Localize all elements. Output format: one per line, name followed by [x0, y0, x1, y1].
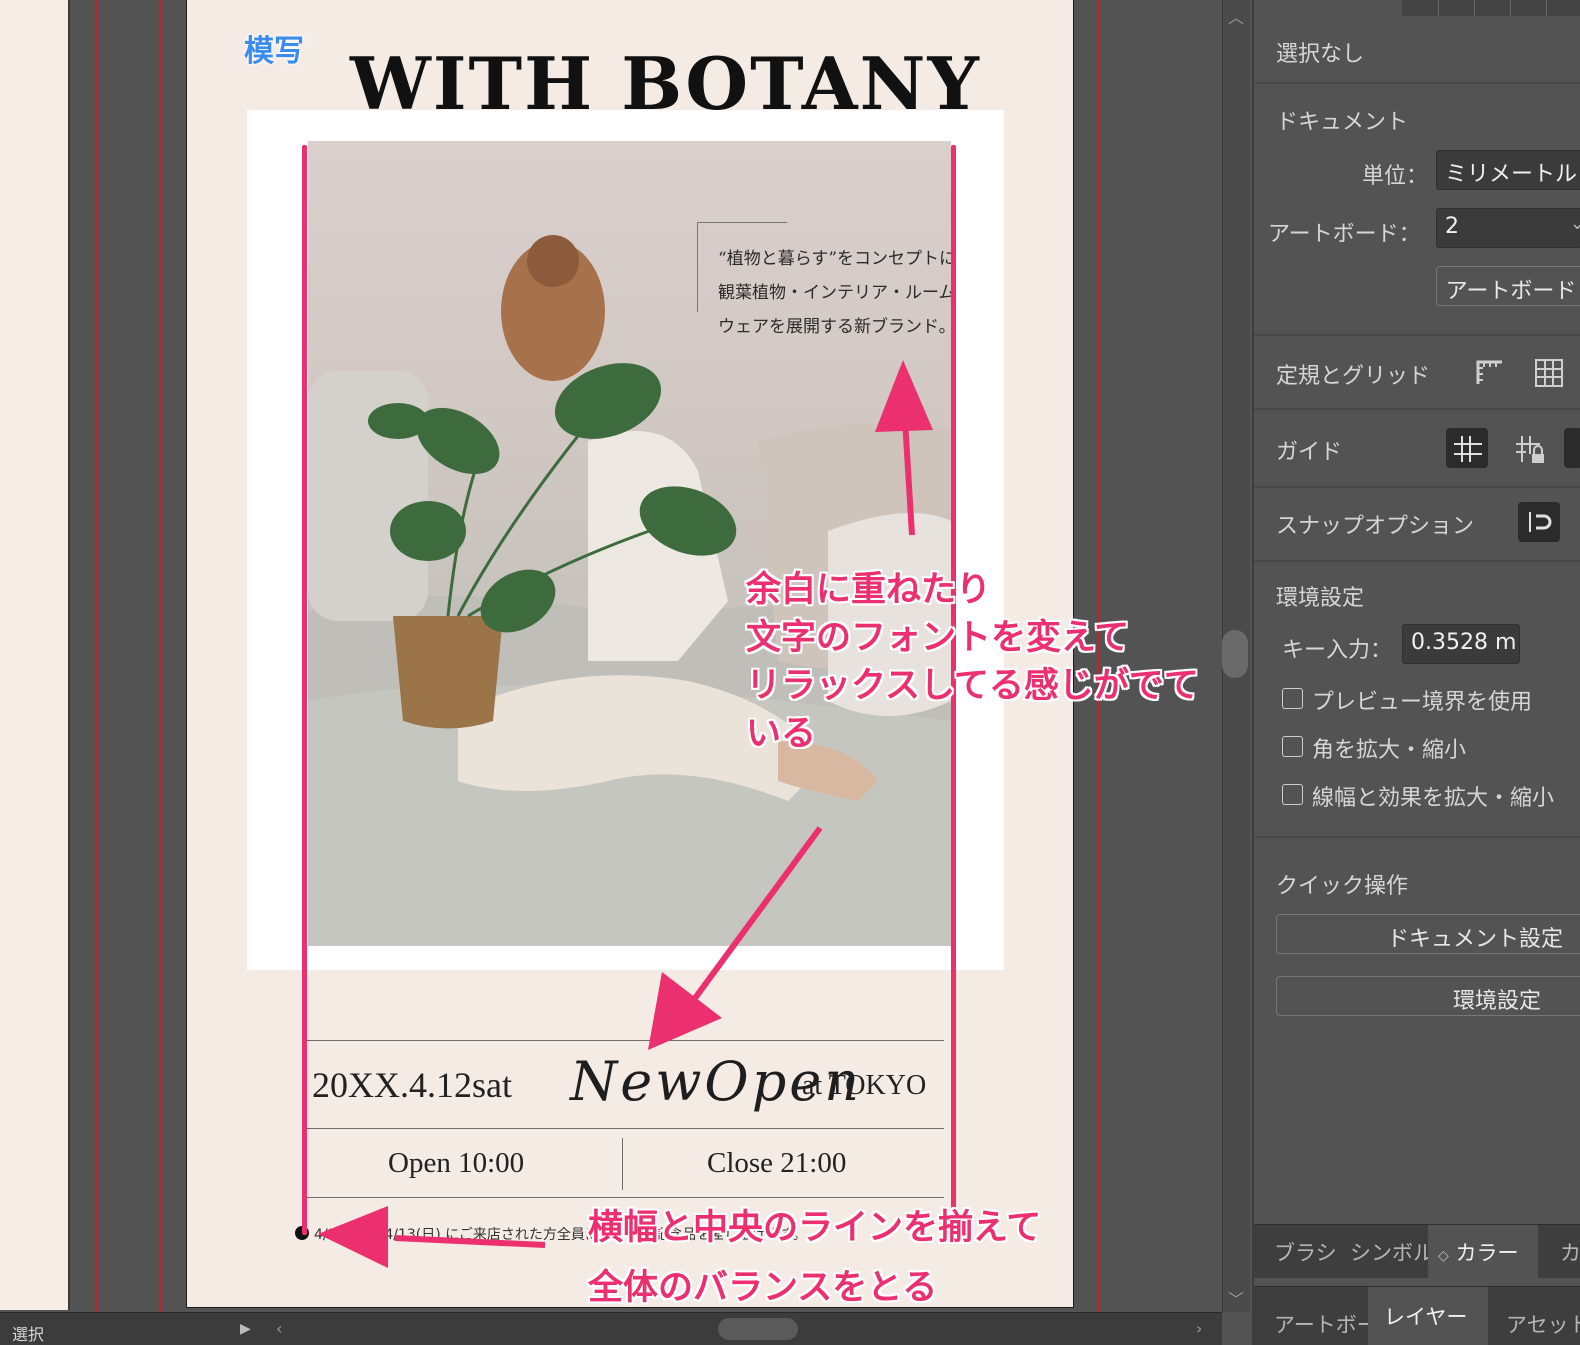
annotation-line: 横幅と中央のラインを揃えて	[588, 1208, 1042, 1248]
guides-heading: ガイド	[1276, 440, 1343, 465]
checkbox-scale-strokes[interactable]	[1282, 784, 1303, 805]
snap-icon[interactable]	[1518, 502, 1560, 542]
artboard-value: 2	[1445, 214, 1459, 239]
show-guides-icon[interactable]	[1446, 428, 1488, 468]
annotation-line: いる	[746, 714, 817, 754]
checkbox-preview-bounds[interactable]	[1282, 688, 1303, 709]
canvas-area[interactable]: 模写 WITH BOTANY “植物と暮らす”をコンセプトに 観葉植物・インテリ…	[0, 0, 1222, 1312]
key-input-label: キー入力：	[1282, 638, 1393, 663]
checkbox-label: 線幅と効果を拡大・縮小	[1312, 786, 1555, 811]
vertical-scroll-thumb[interactable]	[1222, 630, 1248, 678]
checkbox-label: プレビュー境界を使用	[1312, 690, 1533, 715]
quick-actions-heading: クイック操作	[1276, 874, 1409, 899]
preferences-heading: 環境設定	[1276, 586, 1365, 611]
annotation-line: リラックスしてる感じがでて	[746, 666, 1199, 706]
rulers-grids-heading: 定規とグリッド	[1276, 364, 1431, 389]
play-icon[interactable]: ▶	[240, 1321, 251, 1337]
tab-color[interactable]: ◇ カラー	[1428, 1225, 1538, 1279]
key-input-field[interactable]: 0.3528 m	[1402, 624, 1520, 664]
document-heading: ドキュメント	[1276, 110, 1409, 135]
scroll-left-icon[interactable]: ‹	[276, 1319, 282, 1338]
annotation-relax: 余白に重ねたり 文字のフォントを変えて リラックスしてる感じがでて いる	[746, 566, 1199, 758]
tab-color-label: カラー	[1455, 1241, 1519, 1265]
tab-symbols[interactable]: シンボル	[1350, 1225, 1434, 1279]
lock-guides-icon[interactable]	[1508, 428, 1550, 468]
artboard-select[interactable]: 2 ⌄	[1436, 208, 1580, 248]
preferences-button[interactable]: 環境設定	[1276, 976, 1580, 1016]
checkbox-label: 角を拡大・縮小	[1312, 738, 1467, 763]
annotation-line: 全体のバランスをとる	[588, 1268, 938, 1308]
panel-tabs-row2: アートボード レイヤー アセット	[1254, 1286, 1580, 1345]
artboard-edit-button[interactable]: アートボード	[1436, 266, 1580, 306]
unit-select[interactable]: ミリメートル	[1436, 150, 1580, 190]
annotation-balance: 横幅と中央のラインを揃えて 全体のバランスをとる	[588, 1198, 1041, 1312]
snap-options-heading: スナップオプション	[1276, 514, 1475, 539]
chevron-down-icon[interactable]: ⌄	[1570, 213, 1580, 234]
artboard-label: アートボード：	[1268, 222, 1421, 247]
tab-brushes[interactable]: ブラシ	[1274, 1225, 1337, 1279]
status-bar: 選択 ▶ ‹ ›	[0, 1312, 1222, 1345]
tab-more[interactable]: カ	[1560, 1225, 1580, 1279]
document-setup-button[interactable]: ドキュメント設定	[1276, 914, 1580, 954]
panel-tabs-row1: ブラシ シンボル ◇ カラー カ	[1254, 1224, 1580, 1279]
guide-option-icon[interactable]	[1564, 428, 1580, 468]
tab-layers[interactable]: レイヤー	[1368, 1287, 1488, 1345]
ruler-icon[interactable]	[1468, 352, 1510, 392]
selection-status: 選択なし	[1276, 42, 1365, 67]
scroll-up-icon[interactable]: ︿	[1228, 4, 1244, 28]
panel-top-toolbar	[1402, 0, 1580, 16]
properties-panel: 選択なし ドキュメント 単位： ミリメートル アートボード： 2 ⌄ アートボー…	[1252, 0, 1580, 1345]
unit-label: 単位：	[1362, 164, 1429, 189]
grid-icon[interactable]	[1528, 352, 1570, 392]
checkbox-scale-corners[interactable]	[1282, 736, 1303, 757]
horizontal-scroll-thumb[interactable]	[718, 1318, 798, 1340]
scroll-down-icon[interactable]: ﹀	[1228, 1286, 1244, 1310]
annotation-line: 余白に重ねたり	[746, 570, 992, 610]
scroll-right-icon[interactable]: ›	[1196, 1319, 1202, 1338]
tab-assets[interactable]: アセット	[1506, 1297, 1580, 1345]
expand-icon: ◇	[1438, 1248, 1449, 1264]
current-tool-label[interactable]: 選択	[12, 1321, 44, 1345]
annotation-line: 文字のフォントを変えて	[746, 618, 1130, 658]
